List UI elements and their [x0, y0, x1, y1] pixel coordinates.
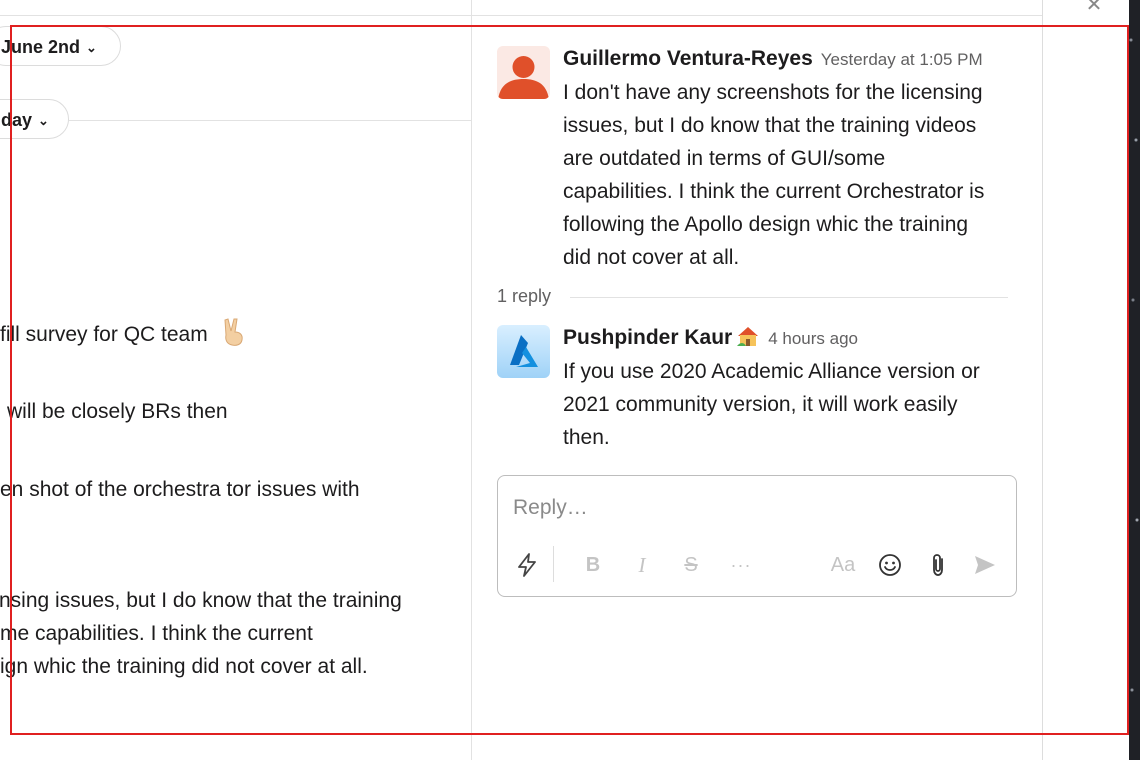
- reply-input[interactable]: [511, 490, 1005, 526]
- message-text: en shot of the orchestra tor issues with: [0, 478, 360, 501]
- house-emoji-icon: [737, 327, 759, 346]
- avatar[interactable]: [497, 46, 550, 99]
- avatar[interactable]: [497, 325, 550, 378]
- reply-composer: B I S ··· Aa: [497, 475, 1017, 597]
- toolbar-separator: [553, 546, 554, 582]
- close-icon[interactable]: ✕: [1083, 0, 1105, 16]
- timestamp[interactable]: Yesterday at 1:05 PM: [821, 50, 983, 69]
- date-divider-button[interactable]: June 2nd ⌄: [0, 26, 121, 66]
- desktop-background: [1128, 0, 1140, 760]
- reply-divider: [570, 297, 1008, 298]
- message-text: I don't have any screenshots for the lic…: [563, 81, 985, 269]
- timestamp[interactable]: 4 hours ago: [768, 329, 858, 348]
- bold-icon[interactable]: B: [580, 552, 606, 578]
- window-gutter: [1042, 0, 1129, 760]
- victory-hand-emoji-icon: [224, 318, 243, 346]
- message-body: Pushpinder Kaur 4 hours ago If you use 2…: [563, 325, 1023, 454]
- message-text: ign whic the training did not cover at a…: [0, 655, 368, 678]
- format-toggle-button[interactable]: Aa: [828, 552, 858, 578]
- message-text: fill survey for QC team: [0, 317, 248, 351]
- date-divider-button[interactable]: day ⌄: [0, 99, 69, 139]
- channel-messages-pane: June 2nd ⌄ day ⌄ fill survey for QC team w…: [0, 0, 472, 760]
- message-text: me capabilities. I think the current: [0, 622, 313, 645]
- date-label: June 2nd: [1, 37, 81, 57]
- lightning-icon[interactable]: [514, 552, 540, 578]
- strikethrough-icon[interactable]: S: [678, 552, 704, 578]
- thread-pane: Guillermo Ventura-Reyes Yesterday at 1:05…: [472, 16, 1042, 760]
- chevron-down-icon: ⌄: [38, 113, 49, 128]
- day-divider-line: [69, 120, 471, 121]
- send-icon[interactable]: [972, 552, 998, 578]
- italic-icon[interactable]: I: [629, 552, 655, 578]
- message-text: will be closely BRs then: [7, 400, 228, 423]
- message-body: Guillermo Ventura-Reyes Yesterday at 1:05…: [563, 46, 1023, 274]
- paperclip-icon[interactable]: [925, 552, 951, 578]
- author-name[interactable]: Guillermo Ventura-Reyes: [563, 47, 813, 70]
- message-text: If you use 2020 Academic Alliance versio…: [563, 360, 980, 449]
- emoji-icon[interactable]: [877, 552, 903, 578]
- reply-count: 1 reply: [497, 286, 552, 306]
- more-icon[interactable]: ···: [728, 552, 754, 578]
- user-avatar-icon: [498, 56, 549, 99]
- author-name[interactable]: Pushpinder Kaur: [563, 326, 732, 349]
- message-text: nsing issues, but I do know that the tra…: [0, 589, 402, 612]
- azure-logo-icon: [510, 335, 538, 367]
- chevron-down-icon: ⌄: [86, 40, 97, 55]
- date-label: day: [1, 110, 33, 130]
